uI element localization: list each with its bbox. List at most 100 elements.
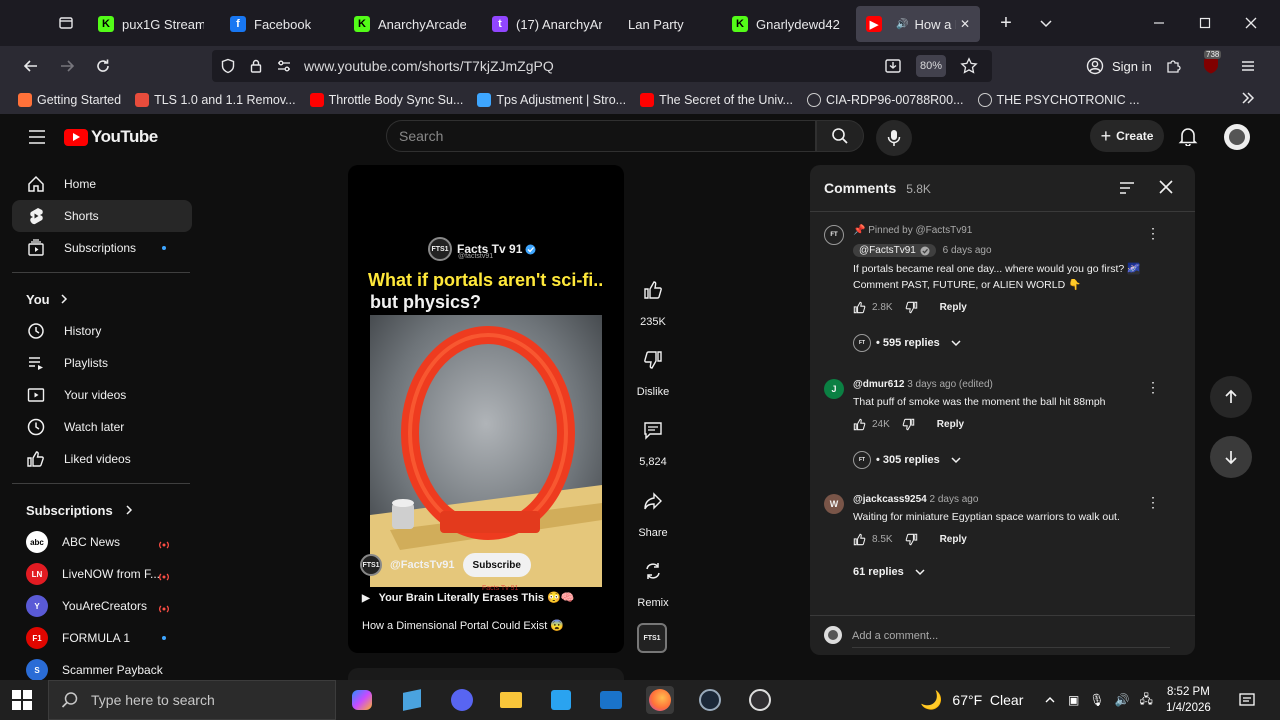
- comment-menu-button[interactable]: ⋮: [1146, 494, 1160, 511]
- like-icon[interactable]: [853, 301, 866, 314]
- save-to-pocket-icon[interactable]: [884, 57, 902, 75]
- comment-avatar[interactable]: FT: [824, 225, 844, 245]
- ublock-extension-button[interactable]: 738: [1200, 50, 1224, 78]
- overlay-channel-logo[interactable]: FTS1: [360, 554, 382, 576]
- bookmark-item[interactable]: Throttle Body Sync Su...: [309, 93, 463, 107]
- reply-button[interactable]: Reply: [940, 534, 967, 545]
- browser-tab[interactable]: ▶ 🔊 How a Dir ✕: [856, 6, 980, 42]
- sidebar-item-playlists[interactable]: Playlists: [12, 347, 192, 379]
- browser-tab[interactable]: Kpux1G Stream - \: [88, 6, 214, 42]
- guide-button[interactable]: [26, 126, 48, 148]
- like-button[interactable]: 235K: [632, 270, 674, 328]
- short-video-player[interactable]: FTS1 Facts Tv 91 @factstv91 What if port…: [348, 165, 624, 653]
- show-hidden-icons-button[interactable]: [1044, 680, 1056, 720]
- sidebar-item-liked-videos[interactable]: Liked videos: [12, 443, 192, 475]
- browser-tab[interactable]: K AnarchyArcade S: [344, 6, 476, 42]
- sidebar-you-heading[interactable]: You: [12, 283, 192, 315]
- overlay-channel-name[interactable]: @FactsTv91: [390, 559, 455, 571]
- sidebar-item-shorts[interactable]: Shorts: [12, 200, 192, 232]
- notifications-button[interactable]: [1178, 126, 1198, 151]
- speaker-icon[interactable]: 🔊: [1115, 693, 1130, 707]
- tab-overview-button[interactable]: [44, 0, 88, 46]
- sidebar-item-history[interactable]: History: [12, 315, 192, 347]
- sidebar-subscription-item[interactable]: abc ABC News: [12, 526, 192, 558]
- dislike-icon[interactable]: [905, 533, 918, 546]
- next-short-preview[interactable]: [348, 668, 624, 680]
- comment-avatar[interactable]: J: [824, 379, 844, 399]
- network-icon[interactable]: 🖧: [1140, 690, 1153, 711]
- dislike-button[interactable]: Dislike: [632, 340, 674, 398]
- comment-time[interactable]: 6 days ago: [943, 245, 992, 256]
- sidebar-item-subscriptions[interactable]: Subscriptions: [12, 232, 192, 264]
- like-icon[interactable]: [853, 533, 866, 546]
- close-tab-icon[interactable]: ✕: [960, 17, 970, 31]
- steam-app[interactable]: [696, 686, 724, 714]
- start-button[interactable]: [12, 690, 32, 715]
- maximize-button[interactable]: [1182, 0, 1228, 46]
- obs-app[interactable]: [746, 686, 774, 714]
- comment-menu-button[interactable]: ⋮: [1146, 379, 1160, 396]
- bookmark-star-icon[interactable]: [960, 57, 978, 75]
- comment-time[interactable]: 3 days ago (edited): [907, 379, 993, 390]
- sidebar-subscription-item[interactable]: F1 FORMULA 1: [12, 622, 192, 654]
- speaker-icon[interactable]: 🔊: [896, 19, 908, 30]
- comment-time[interactable]: 2 days ago: [930, 494, 979, 505]
- comment-author[interactable]: @dmur612: [853, 379, 904, 390]
- avatar[interactable]: [1224, 124, 1250, 150]
- tab-list-button[interactable]: [1026, 0, 1066, 46]
- previous-short-button[interactable]: [1210, 376, 1252, 418]
- taskbar-search-input[interactable]: Type here to search: [48, 680, 336, 720]
- sidebar-item-home[interactable]: Home: [12, 168, 192, 200]
- next-short-button[interactable]: [1210, 436, 1252, 478]
- view-replies-button[interactable]: FT • 595 replies: [853, 334, 1168, 352]
- author-badge[interactable]: @FactsTv91: [853, 244, 936, 257]
- browser-tab[interactable]: Lan Party: [618, 6, 716, 42]
- browser-tab[interactable]: f Facebook: [220, 6, 338, 42]
- like-icon[interactable]: [853, 418, 866, 431]
- comments-button[interactable]: 5,824: [632, 410, 674, 468]
- zoom-level[interactable]: 80%: [916, 55, 946, 77]
- sidebar-subscription-item[interactable]: Y YouAreCreators: [12, 590, 192, 622]
- reply-button[interactable]: Reply: [940, 302, 967, 313]
- add-comment-input[interactable]: Add a comment...: [852, 630, 1170, 648]
- address-bar[interactable]: www.youtube.com/shorts/T7kjZJmZgPQ 80%: [212, 50, 992, 82]
- sign-in-button[interactable]: Sign in: [1078, 50, 1160, 82]
- bookmark-item[interactable]: CIA-RDP96-00788R00...: [806, 93, 964, 107]
- comment-avatar[interactable]: W: [824, 494, 844, 514]
- dislike-icon[interactable]: [902, 418, 915, 431]
- file-explorer-cube-app[interactable]: [398, 686, 426, 714]
- new-tab-button[interactable]: +: [986, 0, 1026, 46]
- back-button[interactable]: [13, 48, 49, 84]
- minimize-button[interactable]: [1136, 0, 1182, 46]
- reply-button[interactable]: Reply: [937, 419, 964, 430]
- bookmark-item[interactable]: THE PSYCHOTRONIC ...: [977, 93, 1140, 107]
- subscribe-button[interactable]: Subscribe: [462, 553, 531, 577]
- video-title[interactable]: How a Dimensional Portal Could Exist 😨: [362, 619, 564, 632]
- extensions-button[interactable]: [1155, 48, 1191, 84]
- comment-menu-button[interactable]: ⋮: [1146, 225, 1160, 242]
- clock[interactable]: 8:52 PM 1/4/2026: [1166, 680, 1211, 720]
- outlook-app[interactable]: [597, 686, 625, 714]
- voice-search-button[interactable]: [876, 120, 912, 156]
- store-app[interactable]: [547, 686, 575, 714]
- device-icon[interactable]: ▣: [1068, 693, 1079, 707]
- bookmark-item[interactable]: Getting Started: [18, 93, 121, 107]
- weather-widget[interactable]: 🌙 67°F Clear: [920, 680, 1023, 720]
- firefox-app[interactable]: [646, 686, 674, 714]
- notification-center-button[interactable]: [1238, 680, 1256, 720]
- sidebar-item-your-videos[interactable]: Your videos: [12, 379, 192, 411]
- search-button[interactable]: [816, 120, 864, 152]
- sidebar-subscriptions-heading[interactable]: Subscriptions: [12, 494, 192, 526]
- dislike-icon[interactable]: [905, 301, 918, 314]
- browser-tab[interactable]: t (17) AnarchyArca: [482, 6, 612, 42]
- sidebar-item-watch-later[interactable]: Watch later: [12, 411, 192, 443]
- sort-comments-button[interactable]: [1118, 179, 1136, 202]
- remix-button[interactable]: Remix: [632, 551, 674, 609]
- copilot-app[interactable]: [348, 686, 376, 714]
- close-comments-button[interactable]: [1158, 179, 1174, 200]
- mic-icon[interactable]: 🎙: [1089, 693, 1104, 707]
- close-window-button[interactable]: [1228, 0, 1274, 46]
- browser-tab[interactable]: K Gnarlydewd420 S: [722, 6, 850, 42]
- sidebar-subscription-item[interactable]: LN LiveNOW from F...: [12, 558, 192, 590]
- sound-channel-avatar[interactable]: FTS1: [637, 623, 667, 653]
